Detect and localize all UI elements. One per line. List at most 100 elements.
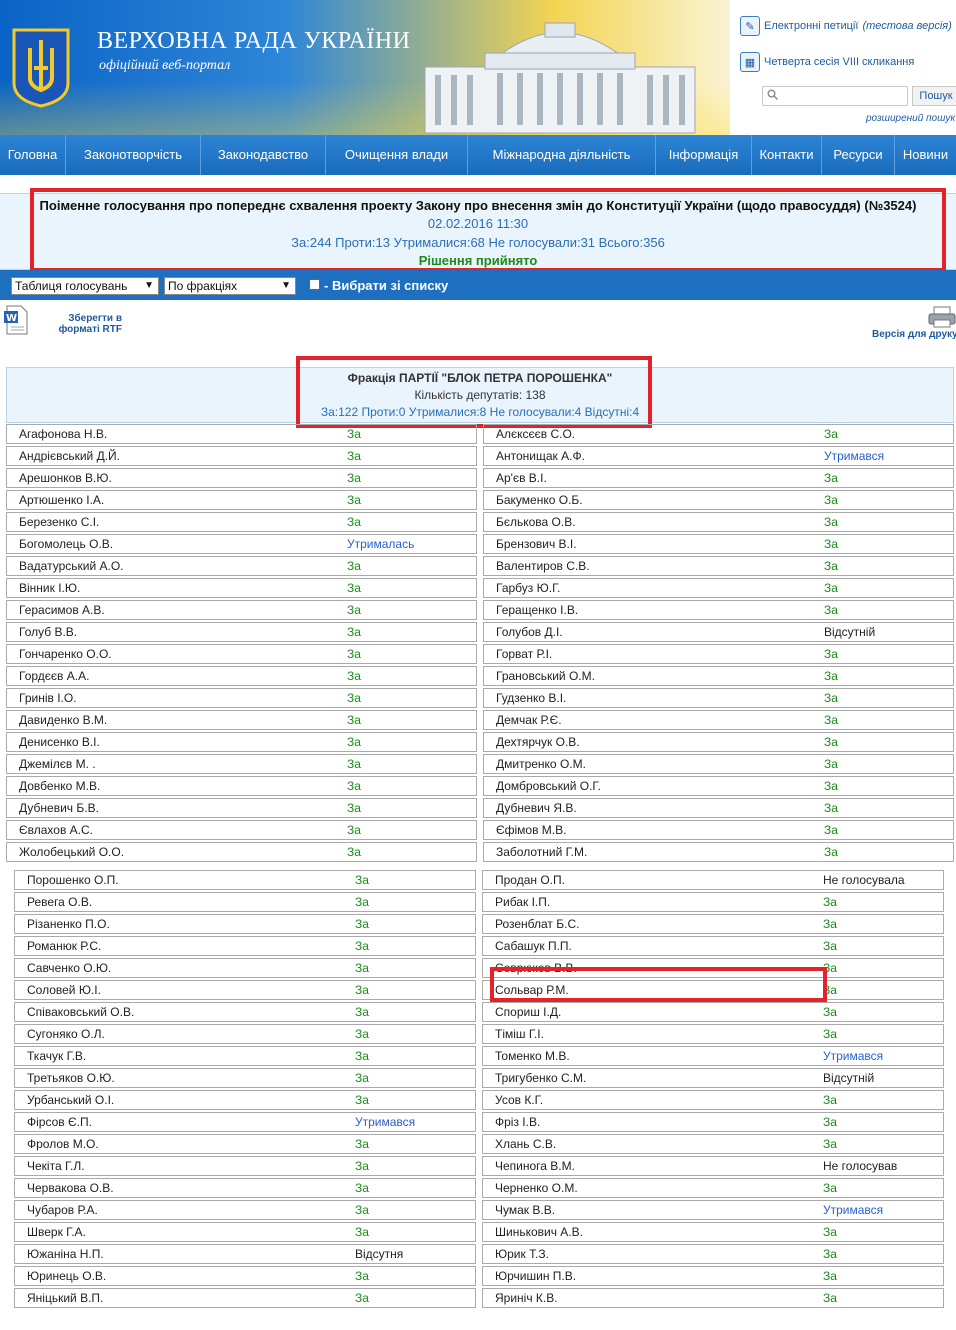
deputy-name[interactable]: Юрик Т.З. — [495, 1245, 549, 1263]
deputy-name[interactable]: Антонищак А.Ф. — [496, 447, 585, 465]
deputy-name[interactable]: Третьяков О.Ю. — [27, 1069, 115, 1087]
deputy-name[interactable]: Дубневич Б.В. — [19, 799, 99, 817]
deputy-name[interactable]: Грановський О.М. — [496, 667, 595, 685]
advanced-search-link[interactable]: розширений пошук — [866, 113, 955, 124]
deputy-name[interactable]: Заболотний Г.М. — [496, 843, 587, 861]
deputy-name[interactable]: Чумак В.В. — [495, 1201, 555, 1219]
deputy-name[interactable]: Южаніна Н.П. — [27, 1245, 104, 1263]
deputy-name[interactable]: Голубов Д.І. — [496, 623, 563, 641]
deputy-name[interactable]: Герасимов А.В. — [19, 601, 105, 619]
deputy-name[interactable]: Дехтярчук О.В. — [496, 733, 580, 751]
deputy-name[interactable]: Томенко М.В. — [495, 1047, 570, 1065]
deputy-name[interactable]: Бакуменко О.Б. — [496, 491, 583, 509]
session-link-label[interactable]: Четверта сесія VIII скликання — [764, 56, 914, 68]
deputy-name[interactable]: Черненко О.М. — [495, 1179, 578, 1197]
deputy-name[interactable]: Богомолець О.В. — [19, 535, 113, 553]
deputy-name[interactable]: Довбенко М.В. — [19, 777, 100, 795]
deputy-name[interactable]: Дмитренко О.М. — [496, 755, 586, 773]
deputy-name[interactable]: Хлань С.В. — [495, 1135, 556, 1153]
deputy-name[interactable]: Чекіта Г.Л. — [27, 1157, 85, 1175]
deputy-name[interactable]: Джемілєв М. . — [19, 755, 96, 773]
deputy-name[interactable]: Давиденко В.М. — [19, 711, 107, 729]
nav-item-news[interactable]: Новини — [895, 135, 956, 175]
nav-item-international[interactable]: Міжнародна діяльність — [468, 135, 656, 175]
deputy-name[interactable]: Соловей Ю.І. — [27, 981, 101, 999]
search-input[interactable] — [762, 86, 908, 106]
nav-item-home[interactable]: Головна — [0, 135, 66, 175]
deputy-name[interactable]: Дубневич Я.В. — [496, 799, 577, 817]
deputy-name[interactable]: Червакова О.В. — [27, 1179, 114, 1197]
deputy-name[interactable]: Голуб В.В. — [19, 623, 77, 641]
deputy-name[interactable]: Рибак І.П. — [495, 893, 550, 911]
deputy-name[interactable]: Гончаренко О.О. — [19, 645, 112, 663]
save-rtf-link[interactable]: Зберегти в форматі RTF — [52, 313, 122, 335]
deputy-name[interactable]: Сугоняко О.Л. — [27, 1025, 105, 1043]
deputy-name[interactable]: Демчак Р.Є. — [496, 711, 562, 729]
session-link[interactable]: ▦ Четверта сесія VIII скликання — [740, 52, 914, 72]
print-version-link[interactable]: Версія для друку — [872, 329, 956, 340]
deputy-name[interactable]: Усов К.Г. — [495, 1091, 543, 1109]
deputy-name[interactable]: Гудзенко В.І. — [496, 689, 566, 707]
site-title[interactable]: ВЕРХОВНА РАДА УКРАЇНИ — [97, 28, 411, 55]
deputy-name[interactable]: Ревега О.В. — [27, 893, 92, 911]
deputy-name[interactable]: Бєлькова О.В. — [496, 513, 576, 531]
deputy-name[interactable]: Різаненко П.О. — [27, 915, 110, 933]
deputy-name[interactable]: Гордєєв А.А. — [19, 667, 89, 685]
deputy-name[interactable]: Шинькович А.В. — [495, 1223, 583, 1241]
printer-icon[interactable] — [928, 306, 956, 328]
coat-of-arms-icon[interactable] — [12, 28, 70, 108]
deputy-name[interactable]: Геращенко І.В. — [496, 601, 578, 619]
nav-item-contacts[interactable]: Контакти — [752, 135, 822, 175]
nav-item-information[interactable]: Інформація — [656, 135, 752, 175]
deputy-name[interactable]: Горват Р.І. — [496, 645, 552, 663]
deputy-name[interactable]: Фріз І.В. — [495, 1113, 540, 1131]
search-button[interactable]: Пошук — [912, 86, 956, 106]
deputy-name[interactable]: Денисенко В.І. — [19, 733, 100, 751]
deputy-name[interactable]: Спориш І.Д. — [495, 1003, 561, 1021]
word-document-icon[interactable]: W — [3, 305, 29, 335]
deputy-name[interactable]: Гринів І.О. — [19, 689, 77, 707]
deputy-name[interactable]: Ткачук Г.В. — [27, 1047, 86, 1065]
petitions-link-label[interactable]: Електронні петиції — [764, 20, 858, 32]
deputy-name[interactable]: Артюшенко І.А. — [19, 491, 104, 509]
deputy-name[interactable]: Савченко О.Ю. — [27, 959, 111, 977]
deputy-name[interactable]: Співаковський О.В. — [27, 1003, 134, 1021]
deputy-name[interactable]: Тригубенко С.М. — [495, 1069, 586, 1087]
deputy-name[interactable]: Алєксєєв С.О. — [496, 425, 575, 443]
deputy-name[interactable]: Арешонков В.Ю. — [19, 469, 112, 487]
view-select[interactable]: Таблиця голосувань ▼ — [11, 277, 159, 295]
deputy-name[interactable]: Розенблат Б.С. — [495, 915, 579, 933]
deputy-name[interactable]: Сабашук П.П. — [495, 937, 572, 955]
deputy-name[interactable]: Фірсов Є.П. — [27, 1113, 92, 1131]
deputy-name[interactable]: Яніцький В.П. — [27, 1289, 103, 1307]
group-select[interactable]: По фракціях ▼ — [164, 277, 296, 295]
deputy-name[interactable]: Сольвар Р.М. — [495, 981, 569, 999]
deputy-name[interactable]: Шверк Г.А. — [27, 1223, 86, 1241]
deputy-name[interactable]: Урбанський О.І. — [27, 1091, 114, 1109]
nav-item-legislation[interactable]: Законодавство — [201, 135, 326, 175]
deputy-name[interactable]: Березенко С.І. — [19, 513, 99, 531]
deputy-name[interactable]: Валентиров С.В. — [496, 557, 590, 575]
deputy-name[interactable]: Юринець О.В. — [27, 1267, 106, 1285]
deputy-name[interactable]: Жолобецький О.О. — [19, 843, 124, 861]
deputy-name[interactable]: Чепинога В.М. — [495, 1157, 575, 1175]
nav-item-lawmaking[interactable]: Законотворчість — [66, 135, 201, 175]
deputy-name[interactable]: Брензович В.І. — [496, 535, 577, 553]
deputy-name[interactable]: Продан О.П. — [495, 871, 565, 889]
nav-item-resources[interactable]: Ресурси — [822, 135, 895, 175]
deputy-name[interactable]: Вадатурський А.О. — [19, 557, 124, 575]
deputy-name[interactable]: Агафонова Н.В. — [19, 425, 107, 443]
nav-item-lustration[interactable]: Очищення влади — [326, 135, 468, 175]
deputy-name[interactable]: Севрюков В.В. — [495, 959, 577, 977]
deputy-name[interactable]: Гарбуз Ю.Г. — [496, 579, 560, 597]
choose-from-list-checkbox[interactable] — [309, 279, 320, 290]
deputy-name[interactable]: Вінник І.Ю. — [19, 579, 80, 597]
deputy-name[interactable]: Яриніч К.В. — [495, 1289, 558, 1307]
petitions-link[interactable]: ✎ Електронні петиції (тестова версія) — [740, 16, 952, 36]
deputy-name[interactable]: Андрієвський Д.Й. — [19, 447, 120, 465]
deputy-name[interactable]: Тіміш Г.І. — [495, 1025, 544, 1043]
deputy-name[interactable]: Ар'єв В.І. — [496, 469, 547, 487]
deputy-name[interactable]: Єфімов М.В. — [496, 821, 566, 839]
deputy-name[interactable]: Юрчишин П.В. — [495, 1267, 576, 1285]
deputy-name[interactable]: Домбровський О.Г. — [496, 777, 601, 795]
